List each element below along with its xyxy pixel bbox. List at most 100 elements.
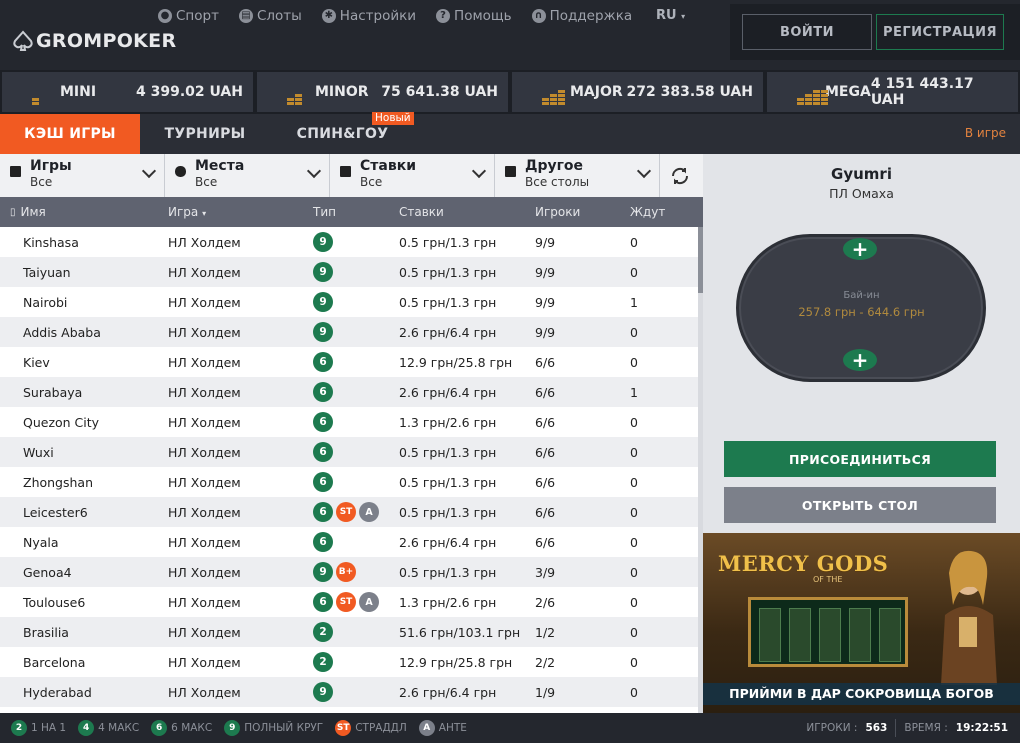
seats-badge: 6: [313, 382, 333, 402]
jackpot-name: MINOR: [315, 84, 369, 100]
logo[interactable]: GROMPOKER: [12, 30, 176, 52]
lobby-stats: ИГРОКИ : 563 ВРЕМЯ : 19:22:51: [806, 713, 1008, 743]
table-row[interactable]: Surabaya НЛ Холдем 6 2.6 грн/6.4 грн 6/6 1: [0, 377, 698, 407]
tab-tournaments[interactable]: ТУРНИРЫ: [140, 114, 270, 154]
table-game: НЛ Холдем: [168, 564, 241, 580]
table-row[interactable]: Toulouse6 НЛ Холдем 6 ST A 1.3 грн/2.6 грн 2/6…: [0, 587, 698, 617]
table-stakes: 0.5 грн/1.3 грн: [399, 234, 497, 250]
seats-badge: 6: [313, 352, 333, 372]
table-row[interactable]: Kinshasa НЛ Холдем 9 0.5 грн/1.3 грн 9/9 0: [0, 227, 698, 257]
table-row[interactable]: Leicester6 НЛ Холдем 6 ST A 0.5 грн/1.3 грн 6/…: [0, 497, 698, 527]
nav-item-gear[interactable]: ✱ Настройки: [321, 8, 416, 24]
language-selector[interactable]: RU ▾: [656, 8, 685, 23]
legend-item: 9 ПОЛНЫЙ КРУГ: [224, 720, 323, 736]
register-button[interactable]: РЕГИСТРАЦИЯ: [876, 14, 1004, 50]
legend-item: 66 МАКС: [151, 720, 212, 736]
table-row[interactable]: Hyderabad НЛ Холдем 9 2.6 грн/6.4 грн 1/9 0: [0, 677, 698, 707]
table-stakes: 12.9 грн/25.8 грн: [399, 654, 513, 670]
table-game: НЛ Холдем: [168, 264, 241, 280]
table-row[interactable]: Wuxi НЛ Холдем 6 0.5 грн/1.3 грн 6/6 0: [0, 437, 698, 467]
table-waiting: 0: [630, 474, 638, 490]
legend-item: 44 МАКС: [78, 720, 139, 736]
table-row[interactable]: Brasilia НЛ Холдем 2 51.6 грн/103.1 грн 1/2 0: [0, 617, 698, 647]
table-stakes: 0.5 грн/1.3 грн: [399, 264, 497, 280]
empty-seat-top[interactable]: +: [843, 238, 877, 260]
time-label: ВРЕМЯ :: [904, 722, 948, 734]
join-button[interactable]: ПРИСОЕДИНИТЬСЯ: [724, 441, 996, 477]
table-row[interactable]: Quezon City НЛ Холдем 6 1.3 грн/2.6 грн 6/6 0: [0, 407, 698, 437]
open-table-button[interactable]: ОТКРЫТЬ СТОЛ: [724, 487, 996, 523]
table-stakes: 0.5 грн/1.3 грн: [399, 474, 497, 490]
table-type: 6: [313, 352, 399, 372]
sport-icon: ●: [158, 9, 172, 23]
col-type[interactable]: Тип: [313, 205, 399, 219]
table-type: 2: [313, 652, 399, 672]
table-row[interactable]: Kiev НЛ Холдем 6 12.9 грн/25.8 грн 6/6 0: [0, 347, 698, 377]
login-button[interactable]: ВОЙТИ: [742, 14, 872, 50]
col-players[interactable]: Игроки: [535, 205, 630, 219]
players-count: 563: [865, 722, 888, 734]
tab-cash-games[interactable]: КЭШ ИГРЫ: [0, 114, 140, 154]
spade-logo-icon: [13, 30, 33, 51]
table-game: НЛ Холдем: [168, 354, 241, 370]
table-game: НЛ Холдем: [168, 594, 241, 610]
banner-of-the: OF THE: [813, 575, 843, 584]
table-waiting: 0: [630, 264, 638, 280]
table-game: НЛ Холдем: [168, 444, 241, 460]
table-name: Taiyuan: [23, 264, 71, 280]
table-game: НЛ Холдем: [168, 384, 241, 400]
table-row[interactable]: Taiyuan НЛ Холдем 9 0.5 грн/1.3 грн 9/9 0: [0, 257, 698, 287]
character-illustration: [941, 550, 997, 685]
filter-0[interactable]: Игры Все: [0, 154, 165, 197]
nav-item-label: Спорт: [176, 8, 219, 24]
col-name[interactable]: ▯ Имя: [0, 205, 168, 219]
col-game[interactable]: Игра ▾: [168, 205, 313, 219]
sort-desc-icon: ▾: [202, 209, 207, 218]
jackpot-name: MINI: [60, 84, 97, 100]
empty-seat-bottom[interactable]: +: [843, 349, 877, 371]
table-waiting: 0: [630, 594, 638, 610]
in-game-link[interactable]: В игре: [965, 126, 1006, 140]
clock: 19:22:51: [955, 722, 1008, 734]
nav-item-sport[interactable]: ● Спорт: [158, 8, 219, 24]
table-waiting: 0: [630, 234, 638, 250]
ante-badge: A: [359, 592, 379, 612]
seats-badge: 6: [313, 472, 333, 492]
seats-badge: 9: [313, 292, 333, 312]
nav-item-headset[interactable]: ∩ Поддержка: [531, 8, 632, 24]
legend-badge: ST: [335, 720, 352, 736]
jackpot-value: 272 383.58 UAH: [626, 84, 754, 100]
filter-3[interactable]: Другое Все столы: [495, 154, 660, 197]
table-players: 9/9: [535, 264, 556, 280]
table-row[interactable]: Barcelona НЛ Холдем 2 12.9 грн/25.8 грн 2/2 0: [0, 647, 698, 677]
table-row[interactable]: Nyala НЛ Холдем 6 2.6 грн/6.4 грн 6/6 0: [0, 527, 698, 557]
col-waiting[interactable]: Ждут: [630, 205, 690, 219]
seats-badge: 6: [313, 502, 333, 522]
table-row[interactable]: Genoa4 НЛ Холдем 9 B+ 0.5 грн/1.3 грн 3/9 0: [0, 557, 698, 587]
players-label: ИГРОКИ :: [806, 722, 858, 734]
legend-label: АНТЕ: [438, 722, 467, 734]
table-players: 6/6: [535, 414, 556, 430]
promo-banner[interactable]: MERCY GODS OF THE ПРИЙМИ В ДАР СОКРОВИЩА…: [703, 533, 1020, 713]
filter-1[interactable]: Места Все: [165, 154, 330, 197]
nav-item-help[interactable]: ? Помощь: [436, 8, 512, 24]
col-stakes[interactable]: Ставки: [399, 205, 535, 219]
nav-item-label: Помощь: [454, 8, 512, 24]
table-header: ▯ Имя Игра ▾ Тип Ставки Игроки Ждут: [0, 197, 703, 227]
table-name: Wuxi: [23, 444, 54, 460]
table-waiting: 0: [630, 444, 638, 460]
chips-icon: [340, 166, 351, 177]
table-row[interactable]: Addis Ababa НЛ Холдем 9 2.6 грн/6.4 грн 9/9 0: [0, 317, 698, 347]
user-icon: [175, 166, 186, 177]
refresh-icon[interactable]: [668, 164, 692, 188]
top-bar: GROMPOKER ● Спорт ▤ Слоты ✱ Настройки ? Помощь ∩…: [0, 0, 1020, 70]
filter-2[interactable]: Ставки Все: [330, 154, 495, 197]
nav-item-slots[interactable]: ▤ Слоты: [238, 8, 302, 24]
buyin-label: Бай-ин: [843, 290, 880, 301]
table-row[interactable]: Nairobi НЛ Холдем 9 0.5 грн/1.3 грн 9/9 1: [0, 287, 698, 317]
table-stakes: 12.9 грн/25.8 грн: [399, 354, 513, 370]
table-row[interactable]: Zhongshan НЛ Холдем 6 0.5 грн/1.3 грн 6/6 0: [0, 467, 698, 497]
slot-reel: [819, 608, 841, 662]
table-stakes: 2.6 грн/6.4 грн: [399, 534, 497, 550]
table-waiting: 0: [630, 654, 638, 670]
